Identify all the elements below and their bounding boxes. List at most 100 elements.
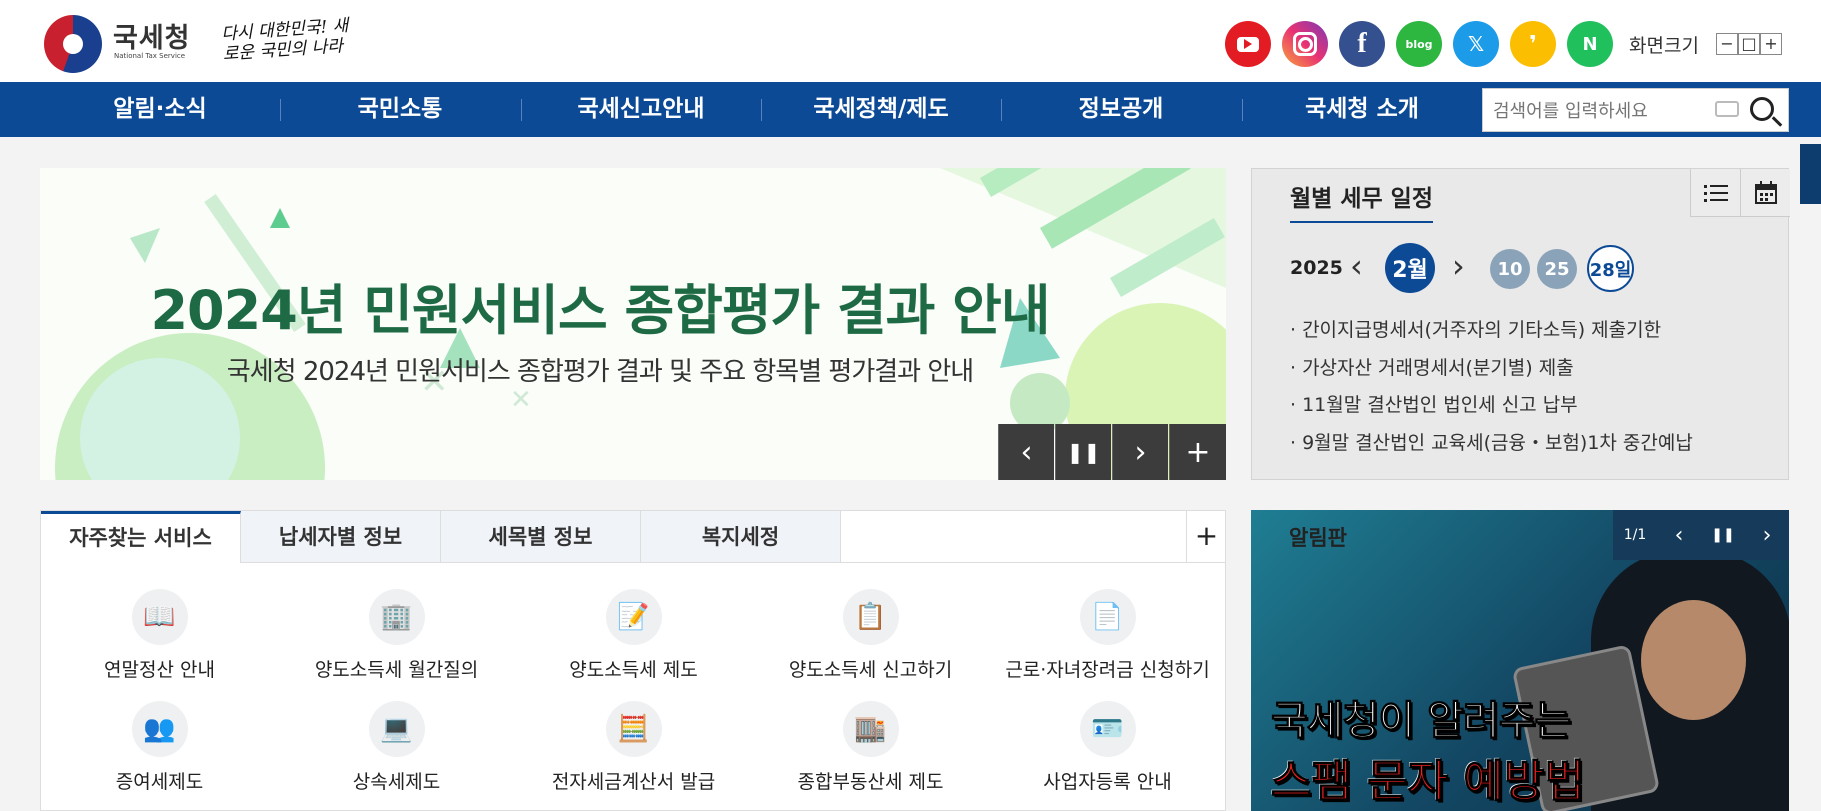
side-quick-tab[interactable] bbox=[1800, 144, 1821, 204]
service-label: 양도소득세 신고하기 bbox=[788, 659, 953, 681]
form-edit-icon: 📄 bbox=[1079, 589, 1136, 645]
service-label: 증여세제도 bbox=[115, 771, 204, 793]
calculator-icon: 🧮 bbox=[605, 701, 662, 757]
service-label: 종합부동산세 제도 bbox=[797, 771, 944, 793]
notice-pause-button[interactable]: ❚❚ bbox=[1701, 510, 1745, 560]
service-label: 전자세금계산서 발급 bbox=[551, 771, 716, 793]
schedule-item[interactable]: · 가상자산 거래명세서(분기별) 제출 bbox=[1290, 353, 1574, 380]
nts-emblem-logo[interactable] bbox=[44, 15, 102, 73]
banner-subtitle: 국세청 2024년 민원서비스 종합평가 결과 및 주요 항목별 평가결과 안내 bbox=[226, 357, 974, 387]
service-label: 연말정산 안내 bbox=[104, 659, 215, 681]
list-view-button[interactable] bbox=[1690, 169, 1740, 217]
search-input[interactable] bbox=[1493, 97, 1713, 125]
service-item[interactable]: 🏢 양도소득세 월간질의 bbox=[278, 589, 515, 682]
tab-welfare-tax[interactable]: 복지세정 bbox=[641, 511, 841, 563]
banner-more-button[interactable]: + bbox=[1169, 424, 1226, 480]
notice-headline-highlight: 스팸 문자 예방법 bbox=[1271, 756, 1586, 808]
current-month: 2월 bbox=[1385, 243, 1435, 293]
laptop-coin-icon: 💻 bbox=[368, 701, 425, 757]
schedule-title: 월별 세무 일정 bbox=[1290, 179, 1433, 223]
kakao-story-icon[interactable]: ❜ bbox=[1510, 21, 1556, 67]
document-list-icon: 📋 bbox=[842, 589, 899, 645]
services-more-button[interactable]: + bbox=[1187, 511, 1226, 563]
prev-month-icon[interactable]: ‹ bbox=[1350, 247, 1363, 285]
notice-next-button[interactable]: › bbox=[1745, 510, 1789, 560]
services-panel: 자주찾는 서비스 납세자별 정보 세목별 정보 복지세정 + 📖 연말정산 안내… bbox=[40, 510, 1226, 811]
buildings-icon: 🏬 bbox=[842, 701, 899, 757]
nav-item-tax-policy[interactable]: 국세정책/제도 bbox=[761, 82, 1001, 137]
search-icon[interactable] bbox=[1750, 97, 1774, 121]
document-pen-icon: 📝 bbox=[605, 589, 662, 645]
next-month-icon[interactable]: › bbox=[1452, 247, 1465, 285]
service-item[interactable]: 🧮 전자세금계산서 발급 bbox=[515, 701, 752, 794]
tab-frequent-services[interactable]: 자주찾는 서비스 bbox=[41, 511, 241, 563]
search-box bbox=[1482, 88, 1789, 132]
tab-bar-spacer bbox=[841, 511, 1187, 563]
notice-headline: 국세청이 알려주는 bbox=[1270, 698, 1571, 745]
nav-item-about[interactable]: 국세청 소개 bbox=[1242, 82, 1482, 137]
nav-item-tax-filing[interactable]: 국세신고안내 bbox=[521, 82, 761, 137]
blog-icon[interactable]: blog bbox=[1396, 21, 1442, 67]
schedule-year: 2025 bbox=[1290, 257, 1343, 279]
schedule-day[interactable]: 10 bbox=[1490, 249, 1530, 289]
id-card-icon: 🪪 bbox=[1079, 701, 1136, 757]
camera-icon bbox=[1293, 32, 1317, 56]
list-icon bbox=[1703, 184, 1728, 202]
tab-taxpayer-info[interactable]: 납세자별 정보 bbox=[241, 511, 441, 563]
header: 국세청 National Tax Service 다시 대한민국! 새로운 국민… bbox=[0, 0, 1821, 82]
people-exchange-icon: 👥 bbox=[131, 701, 188, 757]
banner-title: 2024년 민원서비스 종합평가 결과 안내 bbox=[150, 279, 1050, 342]
tab-tax-item-info[interactable]: 세목별 정보 bbox=[441, 511, 641, 563]
notice-counter: 1/1 bbox=[1613, 510, 1657, 560]
service-label: 사업자등록 안내 bbox=[1043, 771, 1172, 793]
notice-title: 알림판 bbox=[1289, 526, 1347, 550]
keyboard-icon[interactable] bbox=[1715, 101, 1739, 117]
calendar-icon bbox=[1754, 180, 1777, 204]
schedule-item[interactable]: · 11월말 결산법인 법인세 신고 납부 bbox=[1290, 390, 1578, 417]
schedule-day[interactable]: 25 bbox=[1537, 249, 1577, 289]
service-item[interactable]: 📋 양도소득세 신고하기 bbox=[752, 589, 989, 682]
svg-text:✕: ✕ bbox=[510, 385, 532, 415]
service-label: 양도소득세 제도 bbox=[569, 659, 698, 681]
service-label: 양도소득세 월간질의 bbox=[314, 659, 479, 681]
service-item[interactable]: 📄 근로·자녀장려금 신청하기 bbox=[989, 589, 1226, 682]
service-item[interactable]: 📝 양도소득세 제도 bbox=[515, 589, 752, 682]
notice-board[interactable]: 알림판 1/1 ‹ ❚❚ › 국세청이 알려주는 스팸 문자 예방법 bbox=[1251, 510, 1789, 811]
calendar-view-button[interactable] bbox=[1740, 169, 1790, 217]
notice-prev-button[interactable]: ‹ bbox=[1657, 510, 1701, 560]
zoom-reset-button[interactable]: □ bbox=[1738, 33, 1760, 55]
play-icon bbox=[1237, 36, 1259, 52]
slogan: 다시 대한민국! 새로운 국민의 나라 bbox=[220, 15, 349, 65]
youtube-icon[interactable] bbox=[1225, 21, 1271, 67]
logo-text[interactable]: 국세청 bbox=[113, 16, 191, 55]
building-icon: 🏢 bbox=[368, 589, 425, 645]
zoom-out-button[interactable]: − bbox=[1716, 33, 1738, 55]
service-item[interactable]: 💻 상속세제도 bbox=[278, 701, 515, 794]
zoom-in-button[interactable]: + bbox=[1760, 33, 1782, 55]
service-item[interactable]: 🪪 사업자등록 안내 bbox=[989, 701, 1226, 794]
nav-item-news[interactable]: 알림·소식 bbox=[40, 82, 280, 137]
banner-next-button[interactable]: › bbox=[1112, 424, 1168, 480]
nav-item-information[interactable]: 정보공개 bbox=[1001, 82, 1241, 137]
instagram-icon[interactable] bbox=[1282, 21, 1328, 67]
face-illustration bbox=[1641, 600, 1746, 720]
service-label: 상속세제도 bbox=[352, 771, 441, 793]
facebook-icon[interactable]: f bbox=[1339, 21, 1385, 67]
naver-band-icon[interactable]: N bbox=[1567, 21, 1613, 67]
schedule-item[interactable]: · 간이지급명세서(거주자의 기타소득) 제출기한 bbox=[1290, 315, 1661, 342]
service-label: 근로·자녀장려금 신청하기 bbox=[1005, 659, 1210, 681]
service-item[interactable]: 👥 증여세제도 bbox=[41, 701, 278, 794]
logo-subtext: National Tax Service bbox=[114, 52, 186, 60]
banner-prev-button[interactable]: ‹ bbox=[998, 424, 1054, 480]
schedule-item[interactable]: · 9월말 결산법인 교육세(금융・보험)1차 중간예납 bbox=[1290, 428, 1693, 455]
monthly-tax-schedule: 월별 세무 일정 2025 ‹ 2월 › 10 25 28일 · 간이지급명세서… bbox=[1251, 168, 1790, 480]
book-monitor-icon: 📖 bbox=[131, 589, 188, 645]
service-item[interactable]: 🏬 종합부동산세 제도 bbox=[752, 701, 989, 794]
service-item[interactable]: 📖 연말정산 안내 bbox=[41, 589, 278, 682]
main-banner[interactable]: ✕ ✕ 2024년 민원서비스 종합평가 결과 안내 국세청 2024년 민원서… bbox=[40, 168, 1226, 480]
schedule-day-selected[interactable]: 28일 bbox=[1587, 245, 1634, 292]
x-icon[interactable]: 𝕏 bbox=[1453, 21, 1499, 67]
nav-item-communication[interactable]: 국민소통 bbox=[280, 82, 520, 137]
banner-pause-button[interactable]: ❚❚ bbox=[1055, 424, 1111, 480]
screen-size-label: 화면크기 bbox=[1629, 35, 1699, 57]
